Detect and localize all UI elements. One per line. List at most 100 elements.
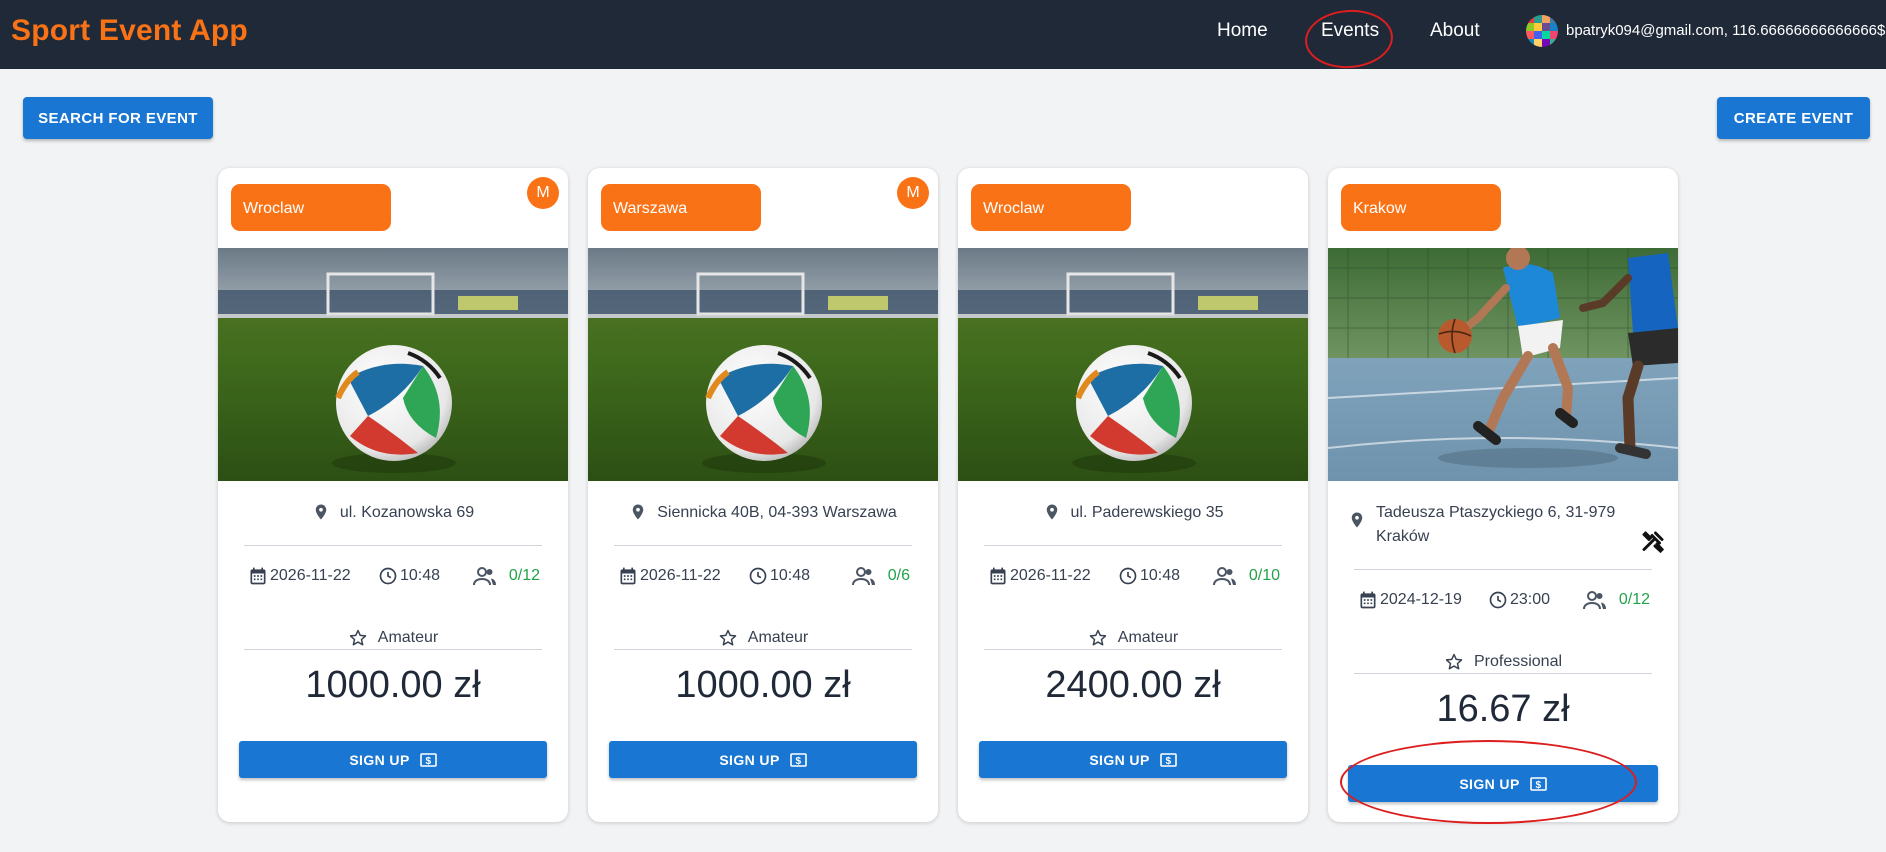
divider [614,545,912,546]
clock-icon [1119,567,1137,585]
event-date: 2026-11-22 [248,566,351,586]
city-chip: Wroclaw [971,184,1131,231]
location-pin-icon [315,504,327,520]
calendar-icon [620,567,636,585]
divider [984,545,1282,546]
basketball-image [1328,248,1678,481]
divider [984,649,1282,650]
event-address: ul. Paderewskiego 35 [958,501,1308,525]
clock-icon [379,567,397,585]
date-text: 2026-11-22 [1010,567,1091,584]
event-level: Amateur [958,628,1308,648]
divider [1354,569,1652,570]
star-icon [1089,629,1107,646]
sign-up-button[interactable]: SIGN UP $ [979,741,1287,778]
location-pin-icon [632,504,644,520]
time-text: 10:48 [400,567,441,584]
divider [244,649,542,650]
event-participants: 0/6 [851,566,910,586]
participants-count: 0/12 [1618,591,1650,608]
event-level: Amateur [218,628,568,648]
event-time: 23:00 [1488,590,1550,610]
event-date: 2026-11-22 [988,566,1091,586]
svg-text:$: $ [795,756,801,767]
city-chip: Wroclaw [231,184,391,231]
event-level: Professional [1328,652,1678,672]
location-pin-icon [1351,512,1363,528]
address-text: Tadeusza Ptaszyckiego 6, 31-979 Kraków [1376,504,1616,545]
app-brand[interactable]: Sport Event App [11,14,248,48]
create-event-button[interactable]: CREATE EVENT [1717,97,1870,139]
event-participants: 0/10 [1212,566,1280,586]
event-address: Tadeusza Ptaszyckiego 6, 31-979 Kraków [1328,501,1678,549]
calendar-icon [250,567,266,585]
soccer-ball-image [218,248,568,481]
event-date: 2024-12-19 [1358,590,1462,610]
divider [614,649,912,650]
address-text: Siennicka 40B, 04-393 Warszawa [657,504,897,521]
annotation-circle-events [1303,7,1395,71]
level-text: Professional [1473,653,1563,670]
participants-count: 0/12 [508,567,540,584]
dollar-icon: $ [419,752,437,767]
time-text: 10:48 [770,567,811,584]
star-icon [1445,653,1463,670]
people-icon [851,567,875,586]
star-icon [349,629,367,646]
star-icon [719,629,737,646]
soccer-ball-image [588,248,938,481]
clock-icon [749,567,767,585]
event-date: 2026-11-22 [618,566,721,586]
sign-up-button[interactable]: SIGN UP $ [609,741,917,778]
soccer-ball-image [958,248,1308,481]
date-text: 2024-12-19 [1380,591,1462,608]
calendar-icon [990,567,1006,585]
date-text: 2026-11-22 [640,567,721,584]
address-text: ul. Kozanowska 69 [339,504,475,521]
event-participants: 0/12 [1582,590,1650,610]
event-price: 1000.00 zł [675,664,851,706]
people-icon [1582,591,1606,610]
nav-about[interactable]: About [1430,20,1480,42]
participants-count: 0/6 [887,567,910,584]
event-time: 10:48 [378,566,440,586]
location-pin-icon [1046,504,1057,520]
search-for-event-button[interactable]: SEARCH FOR EVENT [23,97,213,139]
tools-icon[interactable] [1641,530,1665,554]
event-price: 2400.00 zł [1045,664,1221,706]
event-price: 1000.00 zł [305,664,481,706]
level-text: Amateur [747,629,809,646]
level-text: Amateur [1117,629,1179,646]
date-text: 2026-11-22 [270,567,351,584]
divider [1354,673,1652,674]
sign-up-label: SIGN UP [1089,751,1150,768]
annotation-circle-signup [1340,740,1637,824]
event-price: 16.67 zł [1436,688,1570,730]
nav-home[interactable]: Home [1217,20,1268,42]
calendar-icon [1360,591,1376,609]
top-navbar: Sport Event App Home Events About bpatry… [0,0,1886,71]
time-text: 23:00 [1510,591,1551,608]
clock-icon [1489,591,1507,609]
sign-up-label: SIGN UP [719,751,780,768]
divider [244,545,542,546]
sign-up-label: SIGN UP [349,751,410,768]
address-text: ul. Paderewskiego 35 [1070,504,1224,521]
city-chip: Krakow [1341,184,1501,231]
moderator-badge: M [527,177,559,209]
svg-text:$: $ [1165,756,1171,767]
event-card: Krakow Tadeusza Ptaszyckiego 6, 31-979 K… [1328,168,1678,822]
event-card: Wroclaw M ul. Kozanowska 69 2026-11-22 1… [218,168,568,822]
event-time: 10:48 [748,566,810,586]
event-participants: 0/12 [472,566,540,586]
dollar-icon: $ [789,752,807,767]
event-time: 10:48 [1118,566,1180,586]
sign-up-button[interactable]: SIGN UP $ [239,741,547,778]
event-level: Amateur [588,628,938,648]
level-text: Amateur [377,629,439,646]
time-text: 10:48 [1140,567,1181,584]
people-icon [1212,567,1236,586]
event-card: Wroclaw ul. Paderewskiego 35 2026-11-22 … [958,168,1308,822]
user-info: bpatryk094@gmail.com, 116.66666666666666… [1566,22,1886,39]
user-avatar[interactable] [1526,15,1558,47]
